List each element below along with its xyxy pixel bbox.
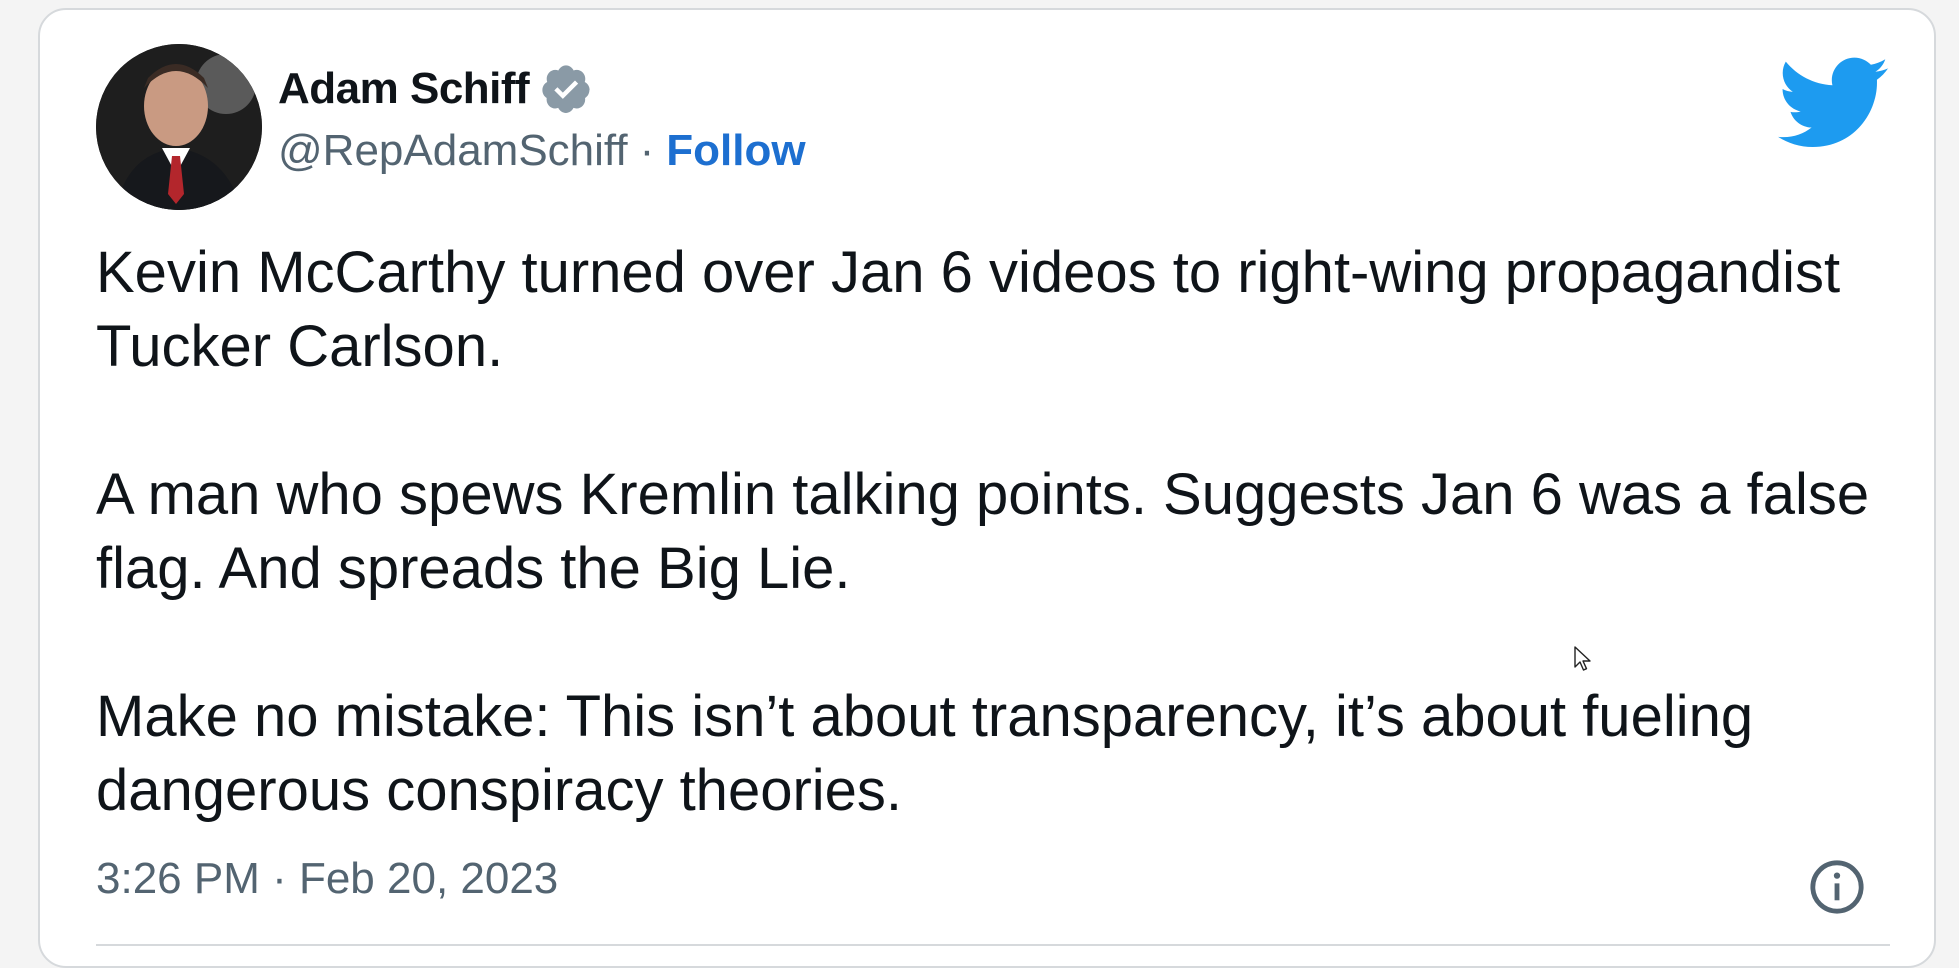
tweet-paragraph: Make no mistake: This isn’t about transp… — [96, 684, 1754, 823]
tweet-timestamp[interactable]: 3:26 PM · Feb 20, 2023 — [96, 854, 558, 904]
info-icon[interactable] — [1808, 858, 1866, 916]
tweet-paragraph: A man who spews Kremlin talking points. … — [96, 462, 1870, 601]
avatar[interactable] — [96, 44, 262, 210]
avatar-photo — [96, 44, 262, 210]
divider — [96, 944, 1890, 946]
author-name-row: Adam Schiff — [278, 62, 593, 116]
author-handle[interactable]: @RepAdamSchiff — [278, 126, 628, 176]
follow-button[interactable]: Follow — [666, 126, 805, 176]
tweet-paragraph: Kevin McCarthy turned over Jan 6 videos … — [96, 240, 1841, 379]
tweet-card: Adam Schiff @RepAdamSchiff · Follow Kevi… — [38, 8, 1936, 968]
author-display-name[interactable]: Adam Schiff — [278, 64, 530, 114]
mouse-cursor-icon — [1574, 646, 1592, 672]
tweet-text: Kevin McCarthy turned over Jan 6 videos … — [96, 236, 1876, 828]
handle-separator: · — [639, 126, 655, 175]
twitter-bird-icon[interactable] — [1778, 56, 1890, 152]
author-handle-row: @RepAdamSchiff · Follow — [278, 126, 806, 176]
verified-badge-icon — [539, 62, 593, 116]
